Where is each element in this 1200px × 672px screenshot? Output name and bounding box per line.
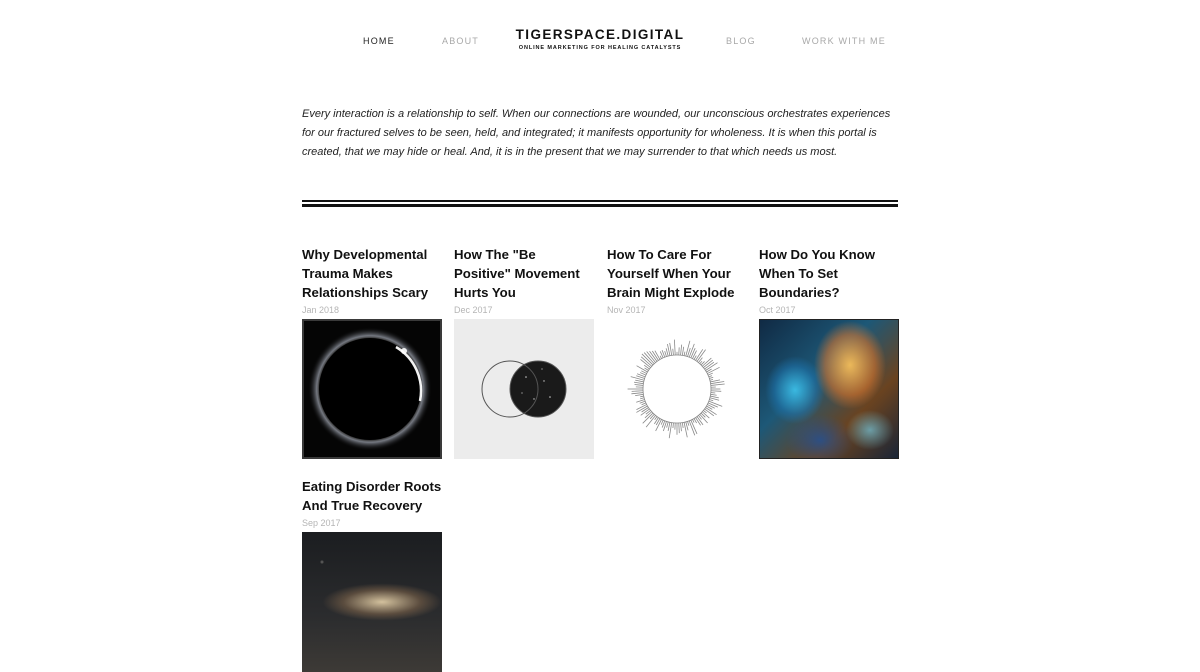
venn-graphic — [454, 319, 594, 459]
post-title-link[interactable]: How To Care For Yourself When Your Brain… — [607, 245, 747, 302]
post-date: Jan 2018 — [302, 303, 442, 319]
blog-post-card: Why Developmental Trauma Makes Relations… — [302, 245, 442, 459]
post-date: Dec 2017 — [454, 303, 594, 319]
post-date: Sep 2017 — [302, 516, 442, 532]
nav-work-with-me-link[interactable]: WORK WITH ME — [802, 36, 886, 46]
intro-quote: Every interaction is a relationship to s… — [302, 105, 898, 162]
sound-ring-graphic — [607, 319, 747, 459]
eclipse-graphic — [304, 321, 440, 457]
post-title-link[interactable]: How Do You Know When To Set Boundaries? — [759, 245, 899, 302]
post-title-link[interactable]: Why Developmental Trauma Makes Relations… — [302, 245, 442, 302]
nebula-image[interactable] — [759, 319, 899, 459]
blog-post-card: How The "Be Positive" Movement Hurts You… — [454, 245, 594, 459]
divider-line — [302, 200, 898, 202]
logo-title[interactable]: TIGERSPACE.DIGITAL — [0, 27, 1200, 42]
galaxy-image[interactable] — [302, 532, 442, 672]
divider-line-thick — [302, 204, 898, 207]
post-title-link[interactable]: Eating Disorder Roots And True Recovery — [302, 477, 442, 515]
post-date: Nov 2017 — [607, 303, 747, 319]
nav-blog-link[interactable]: BLOG — [726, 36, 756, 46]
sound-ring-image[interactable] — [607, 319, 747, 459]
post-title-link[interactable]: How The "Be Positive" Movement Hurts You — [454, 245, 594, 302]
blog-post-card: How To Care For Yourself When Your Brain… — [607, 245, 747, 459]
eclipse-image[interactable] — [302, 319, 442, 459]
post-date: Oct 2017 — [759, 303, 899, 319]
site-header: HOME ABOUT TIGERSPACE.DIGITAL ONLINE MAR… — [0, 0, 1200, 80]
site-logo[interactable]: TIGERSPACE.DIGITAL ONLINE MARKETING FOR … — [0, 27, 1200, 51]
logo-tagline: ONLINE MARKETING FOR HEALING CATALYSTS — [0, 45, 1200, 51]
venn-circles-image[interactable] — [454, 319, 594, 459]
blog-post-card: How Do You Know When To Set Boundaries? … — [759, 245, 899, 459]
blog-post-card: Eating Disorder Roots And True Recovery … — [302, 477, 442, 672]
